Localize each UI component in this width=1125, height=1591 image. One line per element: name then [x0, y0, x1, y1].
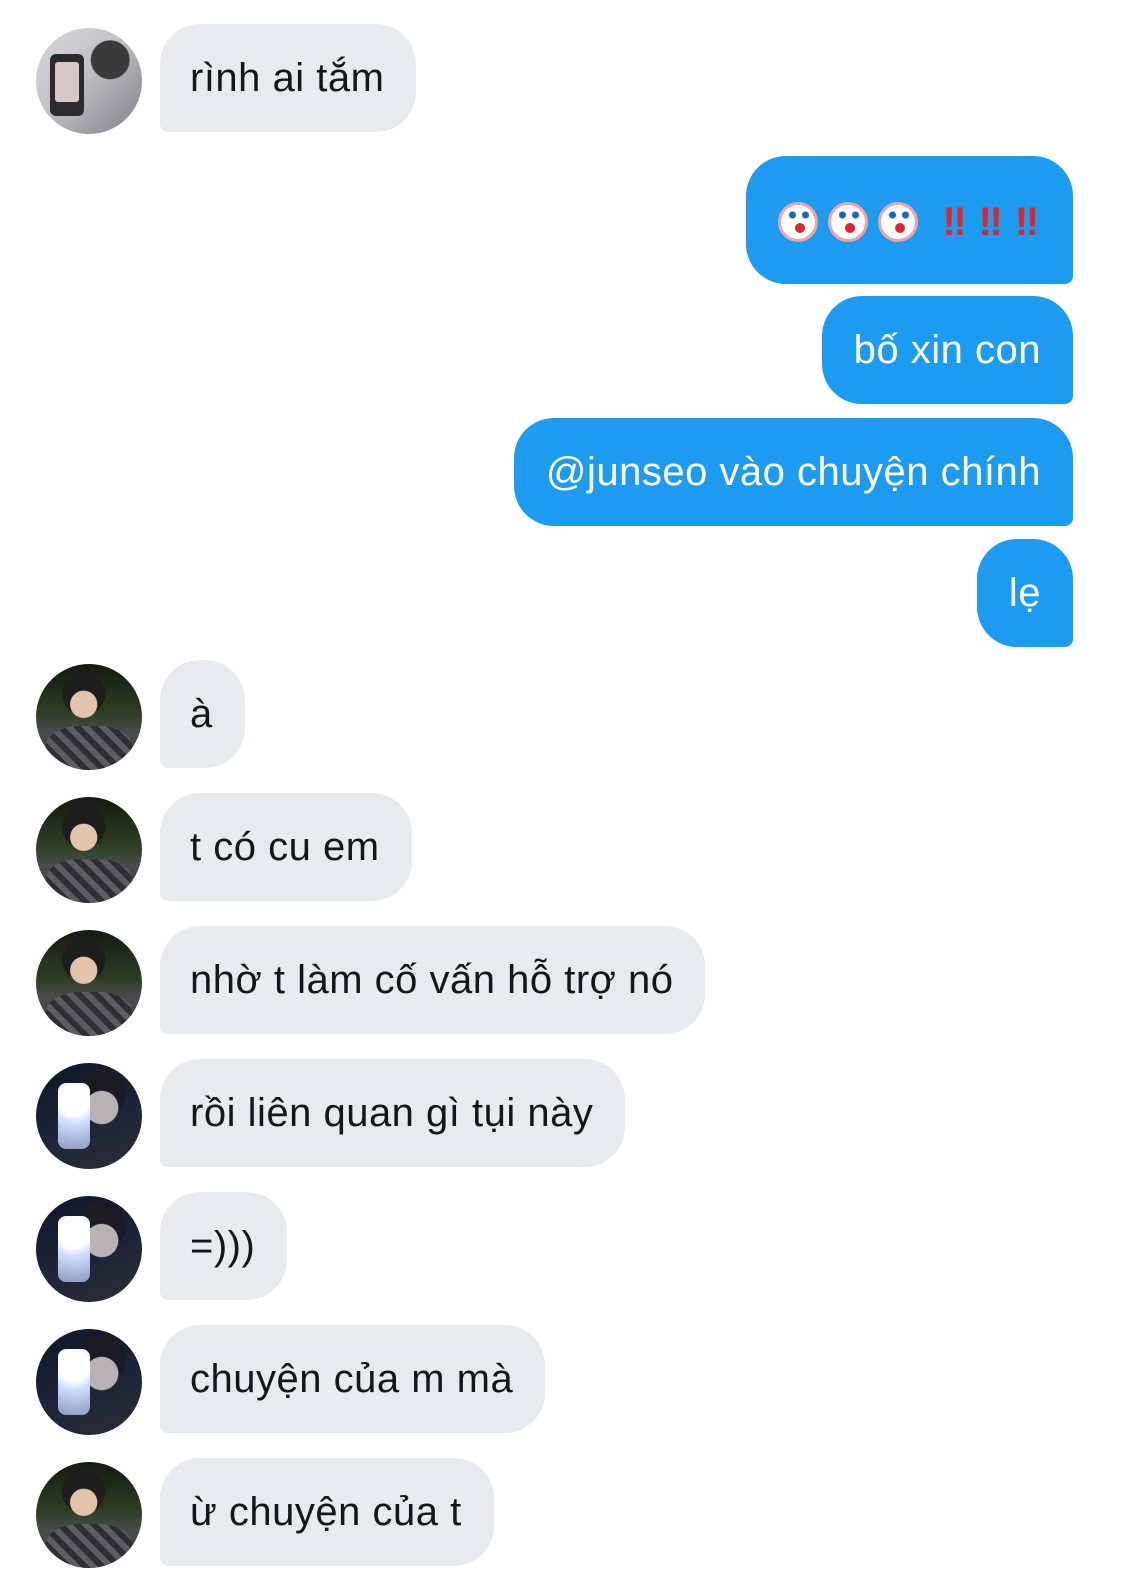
clown-face-emoji	[878, 202, 919, 243]
message-row-outgoing: ‼ ‼ ‼	[0, 156, 1125, 284]
double-exclamation-emoji: ‼	[1014, 200, 1039, 245]
message-row-outgoing: lẹ	[0, 539, 1125, 647]
sender-avatar[interactable]	[36, 1462, 142, 1568]
message-row-incoming: à	[0, 660, 1125, 770]
sender-avatar[interactable]	[36, 28, 142, 134]
message-bubble[interactable]: chuyện của m mà	[160, 1325, 546, 1433]
message-bubble[interactable]: lẹ	[976, 539, 1073, 647]
sender-avatar[interactable]	[36, 797, 142, 903]
message-row-outgoing: @junseo vào chuyện chính	[0, 418, 1125, 526]
message-row-incoming: ừ chuyện của t	[0, 1458, 1125, 1568]
sender-avatar[interactable]	[36, 1196, 142, 1302]
message-bubble[interactable]: ‼ ‼ ‼	[746, 156, 1073, 284]
message-bubble[interactable]: rình ai tắm	[160, 24, 417, 132]
message-row-incoming: t có cu em	[0, 793, 1125, 903]
message-bubble[interactable]: nhờ t làm cố vấn hỗ trợ nó	[160, 926, 706, 1034]
message-bubble[interactable]: t có cu em	[160, 793, 412, 901]
message-bubble[interactable]: =)))	[160, 1192, 288, 1300]
message-bubble[interactable]: ừ chuyện của t	[160, 1458, 494, 1566]
clown-face-emoji	[778, 202, 819, 243]
message-row-incoming: chuyện của m mà	[0, 1325, 1125, 1435]
message-bubble[interactable]: à	[160, 660, 245, 768]
sender-avatar[interactable]	[36, 1063, 142, 1169]
sender-avatar[interactable]	[36, 930, 142, 1036]
sender-avatar[interactable]	[36, 1329, 142, 1435]
double-exclamation-emoji: ‼	[978, 200, 1003, 245]
message-row-outgoing: bố xin con	[0, 296, 1125, 404]
clown-face-emoji	[828, 202, 869, 243]
sender-avatar[interactable]	[36, 664, 142, 770]
message-row-incoming: =)))	[0, 1192, 1125, 1302]
message-row-incoming: nhờ t làm cố vấn hỗ trợ nó	[0, 926, 1125, 1036]
message-row-incoming: rình ai tắm	[0, 24, 1125, 134]
message-bubble[interactable]: rồi liên quan gì tụi này	[160, 1059, 626, 1167]
message-bubble[interactable]: @junseo vào chuyện chính	[513, 418, 1073, 526]
message-thread: rình ai tắm ‼ ‼ ‼ bố xin con @junseo vào c…	[0, 0, 1125, 1591]
double-exclamation-emoji: ‼	[942, 200, 966, 245]
message-bubble[interactable]: bố xin con	[821, 296, 1073, 404]
message-row-incoming: rồi liên quan gì tụi này	[0, 1059, 1125, 1169]
